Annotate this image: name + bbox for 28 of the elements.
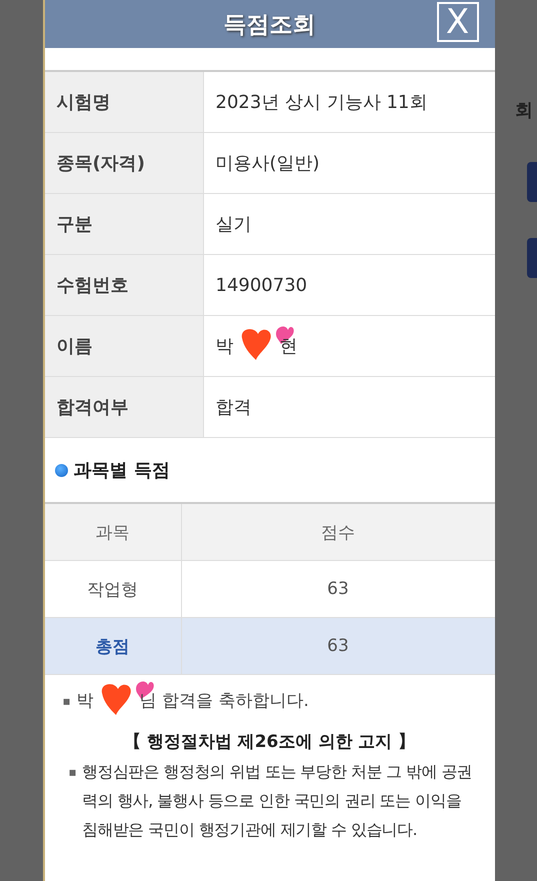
notice-text: 행정심판은 행정청의 위법 또는 부당한 처분 그 밖에 공권력의 행사, 불행사 등으로 인한 국민의 권리 또는 이익을 침해받은 국민이 행정기관에 제기할 수 있습니다. [82, 761, 474, 841]
field-label: 수험번호 [44, 254, 203, 316]
field-label: 이름 [44, 316, 203, 376]
field-value: 미용사(일반) [203, 132, 494, 194]
column-header: 과목 [44, 503, 181, 560]
table-cell: 63 [181, 618, 494, 674]
field-label: 구분 [44, 194, 203, 254]
field-value: 14900730 [203, 254, 494, 316]
bullet-icon [54, 464, 68, 476]
field-label: 시험명 [44, 71, 203, 132]
field-label: 종목(자격) [44, 132, 203, 194]
table-cell: 총점 [44, 618, 181, 674]
column-header: 회 [515, 99, 533, 122]
field-value: 2023년 상시 기능사 11회 [203, 71, 494, 132]
message-text: 님 합격을 축하합니다. [140, 690, 309, 712]
name-text: 현 [280, 335, 298, 358]
bullet-icon: ▪ [68, 757, 76, 787]
field-value: 합격 [203, 376, 494, 438]
field-label: 합격여부 [44, 376, 203, 438]
column-header: 점수 [181, 503, 494, 560]
notice-title: 【 행정절차법 제26조에 의한 고지 】 [122, 731, 416, 753]
field-value: 실기 [203, 194, 494, 254]
name-text: 박 [216, 335, 234, 358]
close-button[interactable]: X [436, 2, 478, 42]
message-text: 박 [76, 690, 94, 712]
section-heading: 과목별 득점 [74, 459, 170, 482]
bullet-icon: ▪ [62, 694, 71, 708]
modal-title: 득점조회 [224, 10, 316, 40]
